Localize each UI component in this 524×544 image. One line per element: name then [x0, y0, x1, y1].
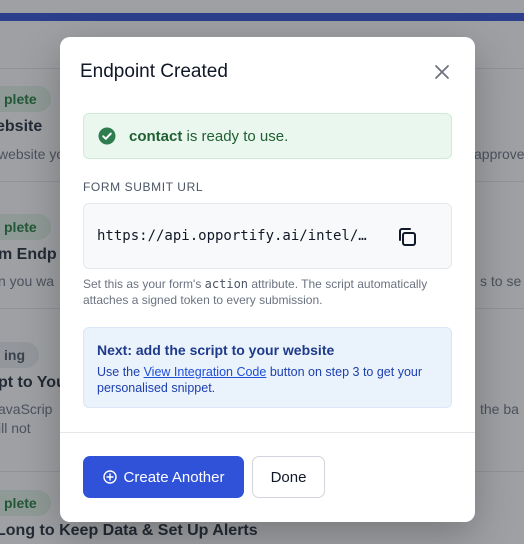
success-text: is ready to use. — [182, 127, 289, 145]
next-step-info: Next: add the script to your website Use… — [83, 327, 452, 408]
action-attribute-code: action — [204, 277, 249, 291]
done-button[interactable]: Done — [252, 456, 325, 498]
success-message: contact is ready to use. — [129, 128, 288, 145]
plus-circle-icon — [102, 470, 117, 484]
success-alert: contact is ready to use. — [83, 113, 452, 159]
footer-divider — [60, 432, 475, 433]
endpoint-created-dialog: Endpoint Created contact is ready to use… — [60, 37, 475, 522]
check-circle-icon — [98, 127, 116, 145]
form-submit-url-helper: Set this as your form's action attribute… — [83, 277, 428, 307]
next-step-text: Use the View Integration Code button on … — [97, 365, 423, 395]
form-submit-url-field[interactable]: https://api.opportify.ai/intel/… — [83, 203, 452, 269]
dialog-title: Endpoint Created — [80, 61, 228, 82]
next-step-title: Next: add the script to your website — [97, 342, 335, 358]
create-another-button[interactable]: Create Another — [83, 456, 244, 498]
form-submit-url-value[interactable]: https://api.opportify.ai/intel/… — [97, 228, 367, 244]
close-icon[interactable] — [433, 63, 451, 81]
endpoint-name: contact — [129, 127, 183, 145]
form-submit-url-label: FORM SUBMIT URL — [83, 180, 204, 194]
copy-icon[interactable] — [395, 225, 419, 249]
create-another-label: Create Another — [123, 468, 225, 486]
view-integration-code-link[interactable]: View Integration Code — [144, 365, 267, 379]
